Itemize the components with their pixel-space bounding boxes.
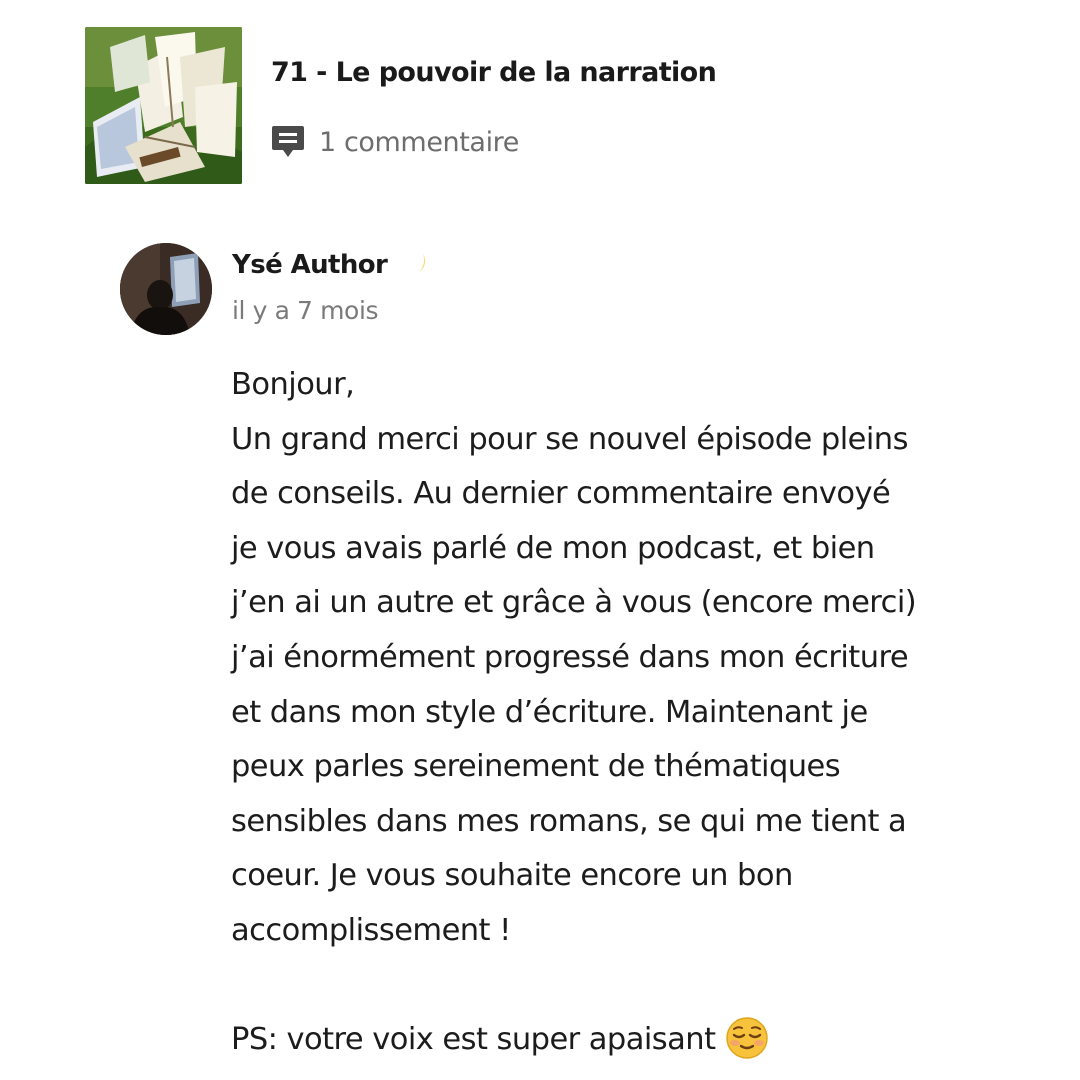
comment-line: accomplissement !	[231, 912, 511, 948]
comment-line: j’en ai un autre et grâce à vous (encore…	[231, 585, 917, 621]
comment-timestamp: il y a 7 mois	[232, 296, 379, 325]
comment-line: j’ai énormément progressé dans mon écrit…	[231, 639, 909, 675]
comment-line: peux parles sereinement de thématiques	[231, 749, 841, 785]
ps-text: PS: votre voix est super apaisant	[231, 1022, 716, 1058]
comment-line: je vous avais parlé de mon podcast, et b…	[231, 530, 875, 566]
comment-line: et dans mon style d’écriture. Maintenant…	[231, 694, 868, 730]
episode-title[interactable]: 71 - Le pouvoir de la narration	[271, 57, 717, 88]
crescent-moon-icon	[389, 246, 429, 284]
comments-count: 1 commentaire	[319, 126, 520, 158]
comments-link[interactable]: 1 commentaire	[271, 122, 519, 162]
comment-line: Un grand merci pour se nouvel épisode pl…	[231, 421, 908, 457]
episode-thumbnail[interactable]	[85, 27, 242, 184]
comment-line: de conseils. Au dernier commentaire envo…	[231, 476, 891, 512]
comment-line: Bonjour,	[231, 367, 355, 402]
comment-bubble-icon	[271, 124, 305, 160]
open-books-image	[85, 27, 242, 184]
comment-body: Bonjour, Un grand merci pour se nouvel é…	[231, 358, 1031, 1068]
relieved-face-emoji-icon	[725, 1017, 769, 1060]
comment-line: coeur. Je vous souhaite encore un bon	[231, 858, 793, 894]
comment-line: sensibles dans mes romans, se qui me tie…	[231, 803, 907, 839]
ps-line: PS: votre voix est super apaisant	[231, 1013, 1031, 1068]
author-photo	[120, 243, 212, 335]
avatar[interactable]	[120, 243, 212, 335]
author-name[interactable]: Ysé Author	[232, 250, 388, 280]
